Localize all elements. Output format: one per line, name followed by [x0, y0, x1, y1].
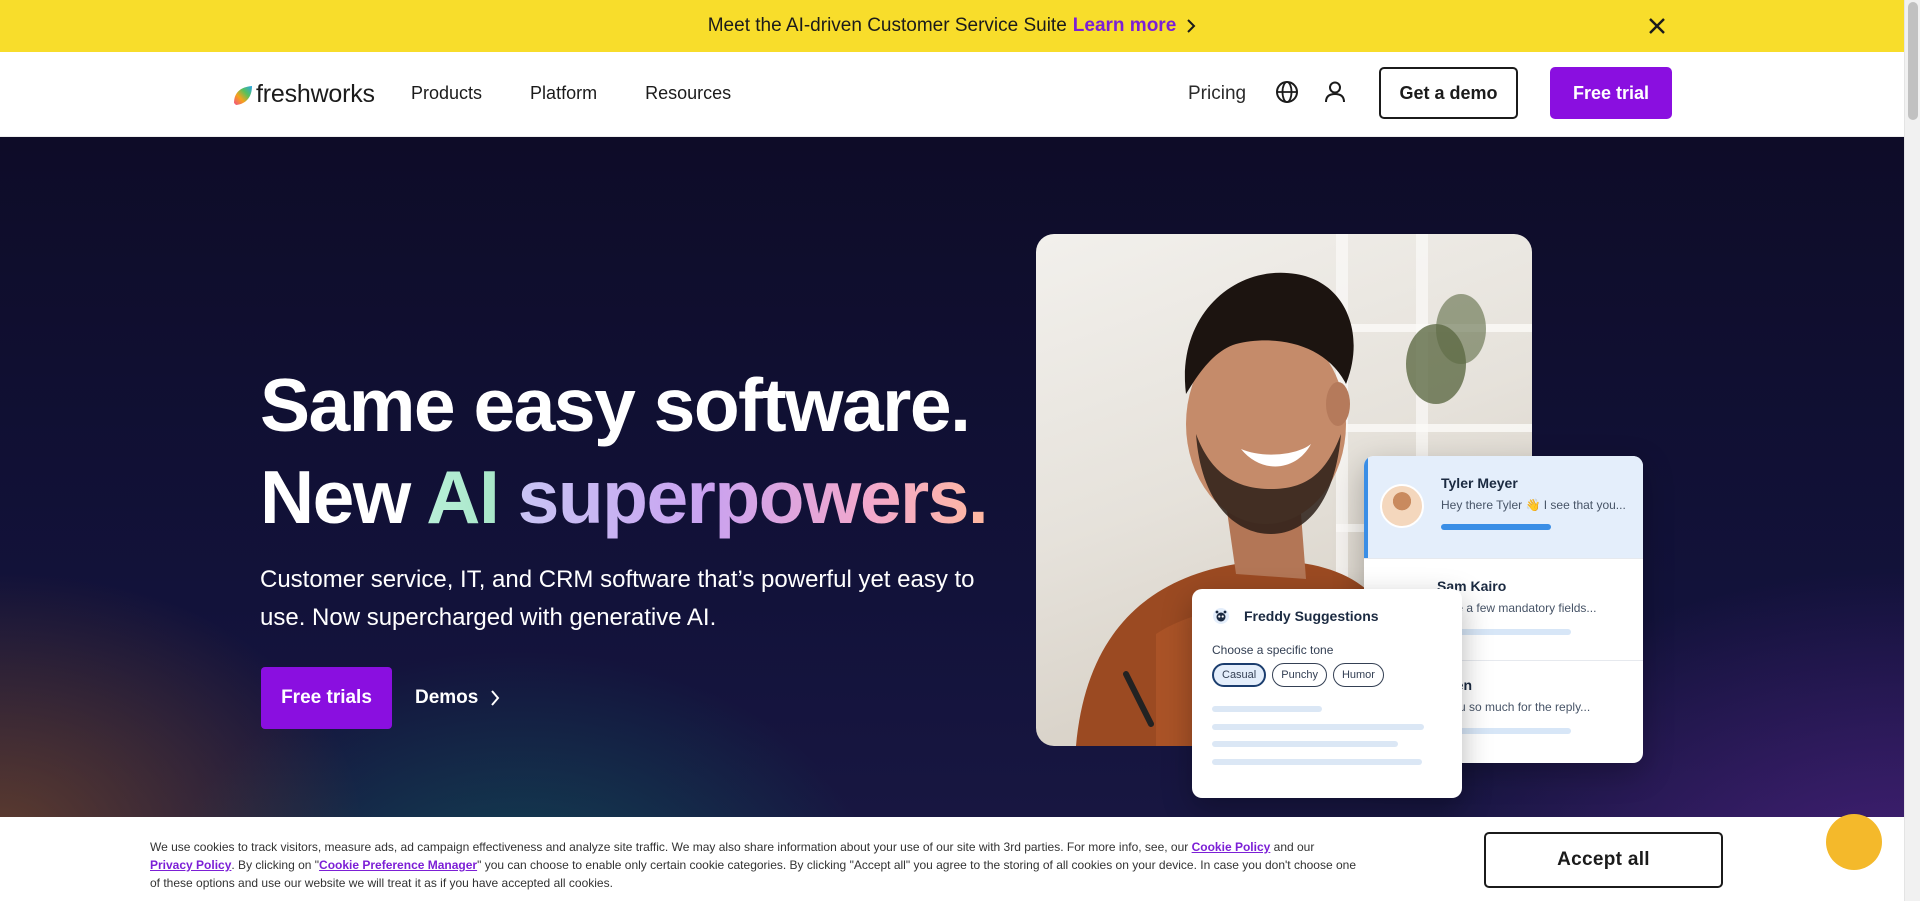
- chat-item[interactable]: Tyler Meyer Hey there Tyler 👋 I see that…: [1364, 456, 1643, 558]
- freddy-icon: [1213, 608, 1229, 624]
- cookie-policy-link[interactable]: Cookie Policy: [1192, 840, 1271, 854]
- headline-ai: AI: [426, 455, 500, 539]
- nav-platform[interactable]: Platform: [530, 83, 597, 104]
- chat-name: Tyler Meyer: [1441, 475, 1518, 491]
- freshworks-logo[interactable]: freshworks: [232, 80, 375, 109]
- chip-punchy[interactable]: Punchy: [1272, 663, 1327, 687]
- accept-all-button[interactable]: Accept all: [1484, 832, 1723, 888]
- nav-links: Products Platform Resources: [411, 83, 731, 104]
- chip-casual[interactable]: Casual: [1212, 663, 1267, 687]
- hero-headline: Same easy software. New AI superpowers.: [260, 359, 989, 543]
- demos-label: Demos: [415, 687, 479, 708]
- chat-widget-bubble[interactable]: [1826, 814, 1882, 870]
- hero-subtitle: Customer service, IT, and CRM software t…: [260, 566, 975, 631]
- freddy-suggestions-card: Freddy Suggestions Choose a specific ton…: [1192, 589, 1462, 798]
- privacy-policy-link[interactable]: Privacy Policy: [150, 858, 231, 872]
- get-demo-button[interactable]: Get a demo: [1379, 67, 1518, 119]
- learn-more-label: Learn more: [1072, 15, 1177, 36]
- free-trials-button[interactable]: Free trials: [261, 667, 392, 729]
- scrollbar-thumb[interactable]: [1908, 2, 1918, 120]
- chip-humor[interactable]: Humor: [1332, 663, 1384, 687]
- nav-resources[interactable]: Resources: [645, 83, 731, 104]
- chevron-right-icon: [491, 690, 500, 706]
- globe-icon[interactable]: [1274, 79, 1300, 105]
- placeholder-line: [1212, 724, 1424, 730]
- free-trial-button[interactable]: Free trial: [1550, 67, 1672, 119]
- demos-link[interactable]: Demos: [415, 687, 500, 709]
- freshworks-logo-icon: [234, 85, 252, 105]
- placeholder-line: [1212, 759, 1422, 765]
- cookie-banner: We use cookies to track visitors, measur…: [0, 817, 1904, 901]
- announcement-message: Meet the AI-driven Customer Service Suit…: [707, 15, 1067, 36]
- freddy-title: Freddy Suggestions: [1244, 608, 1379, 624]
- headline-superpowers: superpowers.: [517, 455, 989, 539]
- page-scrollbar[interactable]: [1904, 0, 1920, 901]
- headline-new: New: [260, 455, 411, 539]
- chevron-right-icon: [1187, 19, 1196, 33]
- nav-pricing[interactable]: Pricing: [1188, 83, 1246, 105]
- close-icon[interactable]: [1645, 14, 1669, 38]
- cookie-text-part: We use cookies to track visitors, measur…: [150, 840, 1192, 854]
- headline-line-2: New AI superpowers.: [260, 451, 989, 543]
- announcement-bar: Meet the AI-driven Customer Service Suit…: [0, 0, 1904, 52]
- nav-products[interactable]: Products: [411, 83, 482, 104]
- placeholder-line: [1212, 741, 1398, 747]
- cookie-preference-manager-link[interactable]: Cookie Preference Manager: [319, 858, 477, 872]
- main-navbar: freshworks Products Platform Resources P…: [0, 52, 1904, 137]
- progress-bar: [1441, 524, 1551, 530]
- logo-wordmark: freshworks: [256, 80, 375, 108]
- cookie-text: We use cookies to track visitors, measur…: [150, 838, 1360, 892]
- headline-line-1: Same easy software.: [260, 363, 971, 447]
- chat-preview: Hey there Tyler 👋 I see that you...: [1441, 498, 1626, 512]
- hero-section: Same easy software. New AI superpowers. …: [0, 137, 1904, 901]
- cookie-text-part: . By clicking on ": [231, 858, 320, 872]
- learn-more-link[interactable]: Learn more: [1073, 15, 1196, 37]
- avatar: [1380, 484, 1424, 528]
- placeholder-line: [1212, 706, 1322, 712]
- tone-label: Choose a specific tone: [1212, 643, 1334, 657]
- cookie-text-part: and our: [1270, 840, 1315, 854]
- tone-chips: Casual Punchy Humor: [1212, 663, 1384, 687]
- user-icon[interactable]: [1322, 79, 1348, 105]
